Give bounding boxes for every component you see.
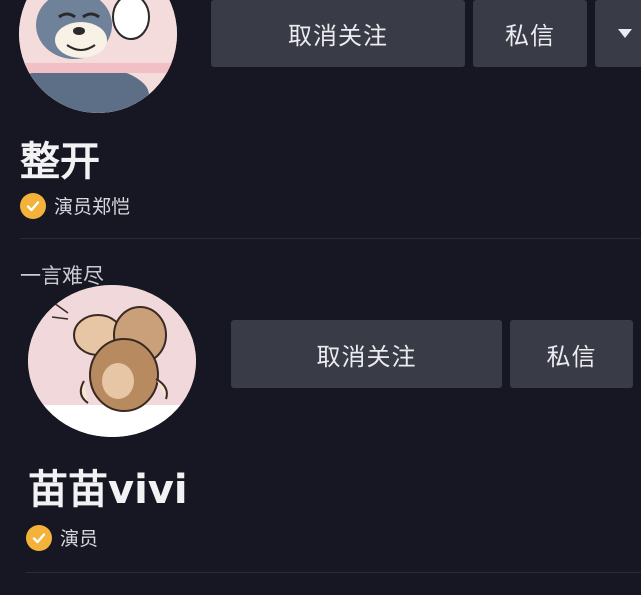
message-button[interactable]: 私信 bbox=[473, 0, 587, 67]
verified-check-icon bbox=[20, 192, 46, 219]
avatar[interactable] bbox=[28, 285, 196, 437]
chevron-down-icon bbox=[618, 29, 632, 38]
profile-list: 取消关注 私信 整开 演员郑恺 一言难尽 取消关注 私信 苗苗vivi 演员 bbox=[0, 0, 641, 595]
message-button[interactable]: 私信 bbox=[510, 320, 633, 388]
unfollow-button[interactable]: 取消关注 bbox=[231, 320, 502, 388]
verified-check-icon bbox=[26, 524, 52, 551]
tom-cat-avatar-icon bbox=[19, 0, 177, 113]
profile-bio: 一言难尽 bbox=[20, 264, 104, 288]
unfollow-button[interactable]: 取消关注 bbox=[211, 0, 465, 67]
jerry-mouse-avatar-icon bbox=[28, 285, 196, 437]
verified-label: 演员 bbox=[60, 528, 99, 550]
avatar[interactable] bbox=[19, 0, 177, 113]
verified-badge: 演员 bbox=[26, 524, 98, 551]
profile-name: 苗苗vivi bbox=[28, 467, 188, 513]
verified-badge: 演员郑恺 bbox=[20, 192, 130, 219]
profile-name: 整开 bbox=[20, 139, 100, 185]
verified-label: 演员郑恺 bbox=[54, 196, 131, 218]
divider bbox=[20, 238, 641, 239]
more-options-button[interactable] bbox=[595, 0, 641, 67]
divider bbox=[26, 572, 641, 573]
